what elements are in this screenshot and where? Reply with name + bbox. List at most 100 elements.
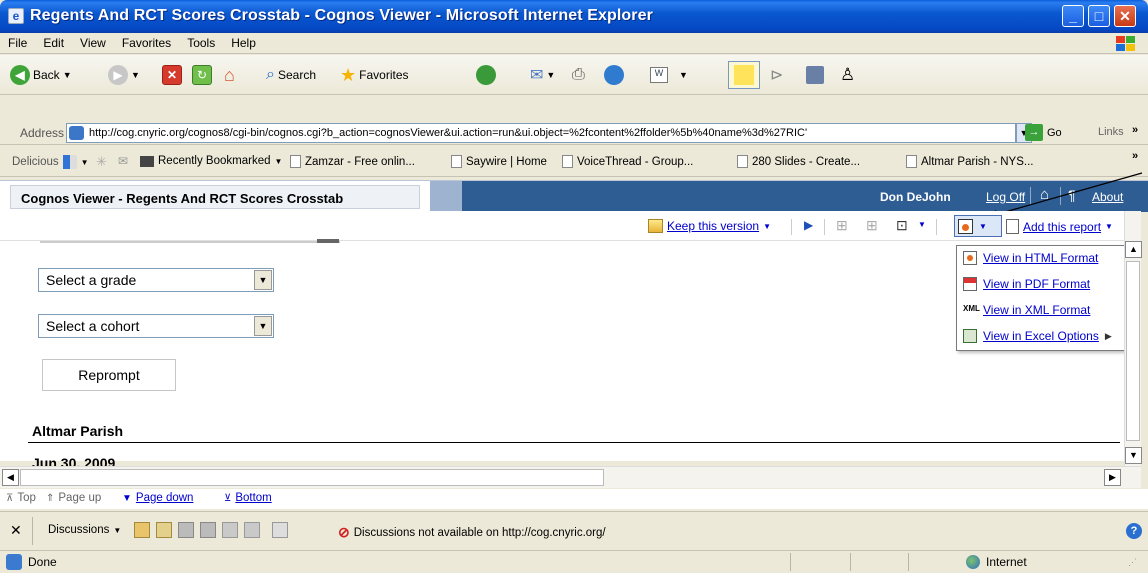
reprompt-button[interactable]: Reprompt xyxy=(42,359,176,391)
link-280-slides[interactable]: 280 Slides - Create... xyxy=(737,155,860,168)
chevron-right-icon[interactable]: » xyxy=(1132,150,1138,162)
address-bar: Address http://cog.cnyric.org/cognos8/cg… xyxy=(0,121,1148,145)
research-button[interactable] xyxy=(604,64,624,86)
title-bar: e Regents And RCT Scores Crosstab - Cogn… xyxy=(0,0,1148,33)
related-links-icon[interactable]: ⊡ xyxy=(896,217,908,234)
separator xyxy=(908,553,909,571)
chevron-right-icon[interactable]: » xyxy=(1132,124,1138,136)
discussion-prev-icon[interactable] xyxy=(222,522,238,538)
stop-button[interactable]: ✕ xyxy=(162,64,182,86)
close-button[interactable]: ✕ xyxy=(1114,5,1136,27)
maximize-button[interactable]: □ xyxy=(1088,5,1110,27)
drill-up-icon[interactable]: ⊞ xyxy=(866,217,878,234)
run-icon[interactable]: ▶ xyxy=(804,218,813,232)
mail-icon[interactable]: ✉ xyxy=(118,154,128,168)
add-report-label: Add this report xyxy=(1023,219,1102,234)
scroll-right-button[interactable]: ▶ xyxy=(1104,469,1121,486)
menu-item-label: View in Excel Options xyxy=(983,329,1099,343)
favorites-button[interactable]: ★ Favorites xyxy=(340,64,409,86)
discussions-bar: ✕ Discussions ▼ ⊘ Discussions not availa… xyxy=(0,511,1148,550)
grade-select[interactable]: Select a grade ▼ xyxy=(38,268,274,292)
menu-file[interactable]: File xyxy=(0,33,35,50)
sticky-note-icon xyxy=(734,65,754,85)
link-zamzar[interactable]: Zamzar - Free onlin... xyxy=(290,155,415,168)
tools-button[interactable] xyxy=(806,64,824,86)
notes-button[interactable] xyxy=(728,61,760,89)
menu-item-html[interactable]: View in HTML Format xyxy=(963,251,1098,265)
view-format-button[interactable]: ▼ xyxy=(954,215,1002,237)
forward-button[interactable]: ▶ ▼ xyxy=(108,64,140,86)
chevron-down-icon: ▼ xyxy=(679,70,688,80)
user-button[interactable]: ♙ xyxy=(840,64,855,86)
link-altmar-parish[interactable]: Altmar Parish - NYS... xyxy=(906,155,1033,168)
drill-down-icon[interactable]: ⊞ xyxy=(836,217,848,234)
search-button[interactable]: ⌕ Search xyxy=(266,64,316,86)
mail-button[interactable]: ✉ ▼ xyxy=(530,64,555,86)
chevron-down-icon[interactable]: ▼ xyxy=(254,270,272,290)
page-down-link[interactable]: ▼ Page down xyxy=(122,492,193,504)
discussion-next-icon[interactable] xyxy=(244,522,260,538)
chevron-down-icon: ▼ xyxy=(763,221,771,231)
research-icon xyxy=(604,65,624,85)
document-icon xyxy=(906,155,917,168)
scroll-thumb[interactable] xyxy=(1126,261,1140,441)
discussion-new-icon[interactable] xyxy=(134,522,150,538)
separator xyxy=(824,219,825,235)
history-button[interactable] xyxy=(476,64,496,86)
address-input[interactable]: http://cog.cnyric.org/cognos8/cgi-bin/co… xyxy=(66,123,1016,143)
address-label: Address xyxy=(20,126,65,140)
scroll-down-button[interactable]: ▼ xyxy=(1125,447,1142,464)
link-recently-bookmarked[interactable]: Recently Bookmarked ▼ xyxy=(140,155,282,167)
menu-tools[interactable]: Tools xyxy=(179,33,223,50)
vertical-scrollbar[interactable]: ▲ ▼ xyxy=(1124,211,1142,466)
menu-edit[interactable]: Edit xyxy=(35,33,72,50)
keep-version-button[interactable]: Keep this version ▼ xyxy=(648,219,771,233)
refresh-button[interactable]: ↻ xyxy=(192,64,212,86)
separator xyxy=(791,219,792,235)
chevron-down-icon[interactable]: ▼ xyxy=(254,316,272,336)
help-icon[interactable]: ? xyxy=(1126,523,1142,539)
document-icon xyxy=(562,155,573,168)
discussion-pane-icon[interactable] xyxy=(272,522,288,538)
home-button[interactable]: ⌂ xyxy=(224,64,235,86)
resize-grip-icon[interactable]: ⋰ xyxy=(1128,557,1137,568)
minimize-button[interactable]: _ xyxy=(1062,5,1084,27)
discussion-expand-icon[interactable] xyxy=(178,522,194,538)
ie-app-icon: e xyxy=(8,8,24,24)
scroll-left-button[interactable]: ◀ xyxy=(2,469,19,486)
page-up-link[interactable]: ⇑ Page up xyxy=(46,492,101,504)
discussions-button[interactable]: Discussions ▼ xyxy=(48,524,121,536)
cohort-select[interactable]: Select a cohort ▼ xyxy=(38,314,274,338)
discussion-edit-icon[interactable] xyxy=(156,522,172,538)
top-link[interactable]: ⊼ Top xyxy=(6,492,36,504)
print-button[interactable]: ⎙ xyxy=(572,64,585,86)
delicious-button[interactable]: Delicious ▼ xyxy=(12,155,89,169)
menu-favorites[interactable]: Favorites xyxy=(114,33,179,50)
link-saywire[interactable]: Saywire | Home xyxy=(451,155,547,168)
menu-item-pdf[interactable]: View in PDF Format xyxy=(963,277,1090,291)
horizontal-scrollbar[interactable]: ◀ ▶ xyxy=(0,466,1141,488)
messenger-button[interactable]: ⊳ xyxy=(770,64,783,86)
report-date: Jun 30, 2009 xyxy=(32,456,116,466)
chevron-down-icon[interactable]: ▼ xyxy=(918,220,926,229)
back-button[interactable]: ◀ Back ▼ xyxy=(10,64,72,86)
menu-item-excel[interactable]: View in Excel Options ▶ xyxy=(963,329,1112,343)
add-report-button[interactable]: Add this report ▼ xyxy=(1006,219,1113,234)
page-up-label: Page up xyxy=(58,492,102,504)
close-icon[interactable]: ✕ xyxy=(10,522,22,539)
forward-arrow-icon: ▶ xyxy=(108,65,128,85)
links-label[interactable]: Links xyxy=(1098,126,1124,138)
refresh-icon: ↻ xyxy=(192,65,212,85)
scroll-up-button[interactable]: ▲ xyxy=(1125,241,1142,258)
scroll-thumb[interactable] xyxy=(20,469,604,486)
go-button[interactable]: → Go xyxy=(1025,124,1062,141)
unavailable-icon: ⊘ xyxy=(338,524,350,540)
discussion-collapse-icon[interactable] xyxy=(200,522,216,538)
link-voicethread[interactable]: VoiceThread - Group... xyxy=(562,155,693,168)
menu-help[interactable]: Help xyxy=(223,33,264,50)
menu-item-xml[interactable]: XML View in XML Format xyxy=(963,303,1090,317)
bottom-link[interactable]: ⊻ Bottom xyxy=(224,492,272,504)
tag-icon[interactable]: ✳ xyxy=(96,154,107,170)
edit-button[interactable]: W ▼ xyxy=(650,64,688,86)
menu-view[interactable]: View xyxy=(72,33,114,50)
